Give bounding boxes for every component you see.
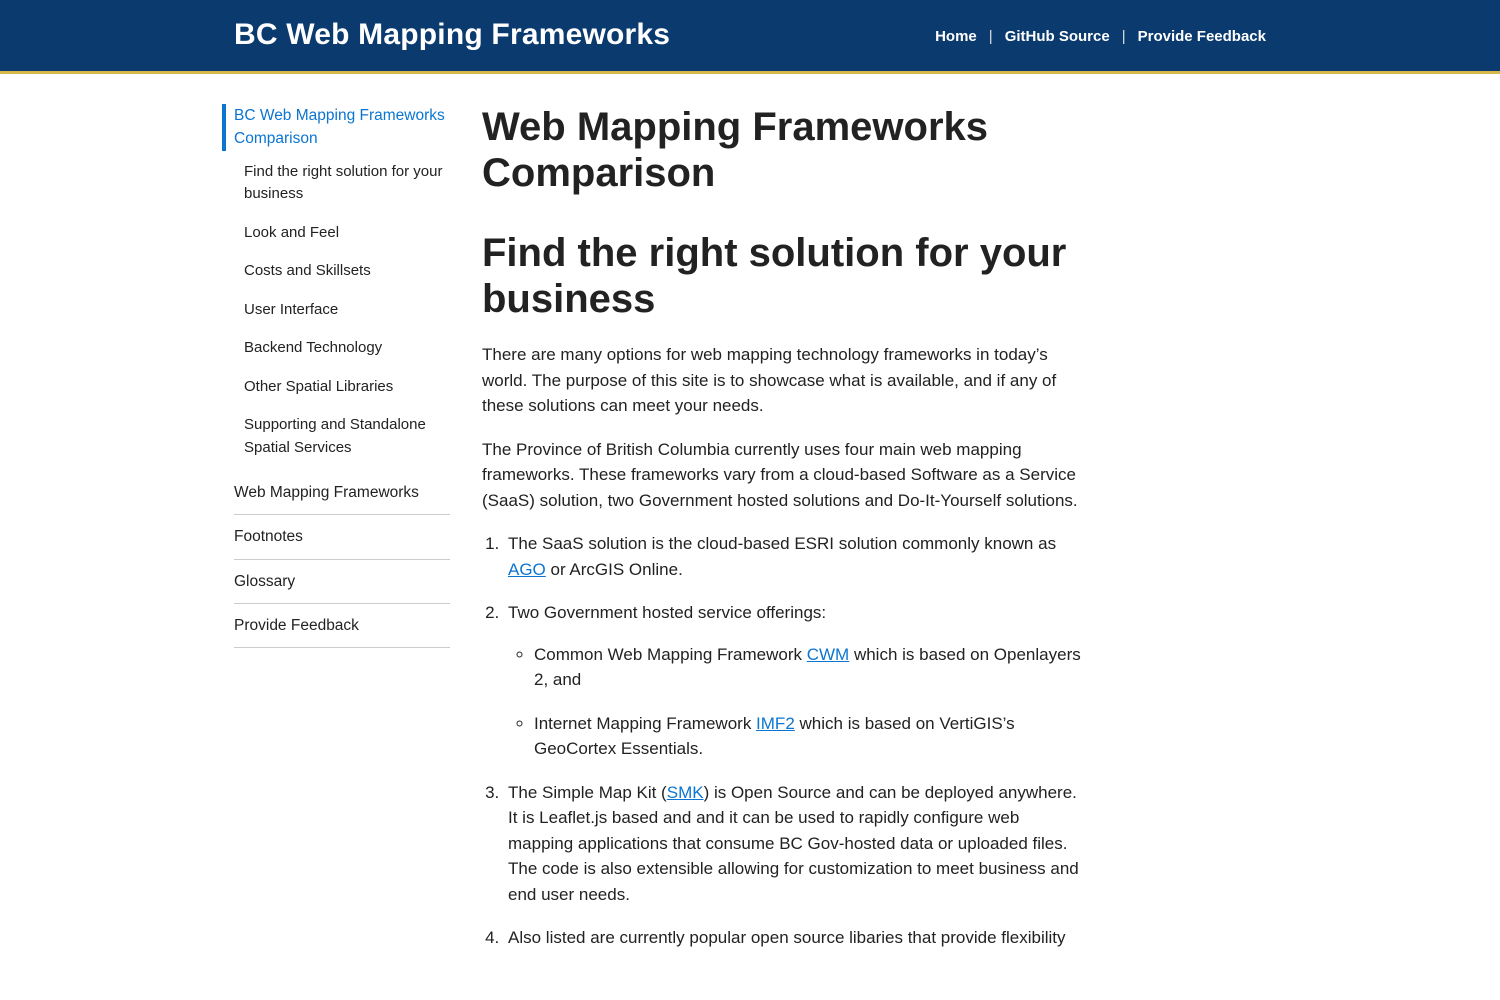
section-heading-find-solution: Find the right solution for your busines…	[482, 230, 1082, 322]
link-smk[interactable]: SMK	[667, 783, 704, 802]
list-text: Internet Mapping Framework	[534, 714, 756, 733]
sidebar-item-glossary[interactable]: Glossary	[234, 560, 450, 604]
sidebar-item-label: Web Mapping Frameworks	[234, 481, 450, 504]
link-cwm[interactable]: CWM	[807, 645, 849, 664]
top-bar: BC Web Mapping Frameworks Home | GitHub …	[0, 0, 1500, 74]
site-title[interactable]: BC Web Mapping Frameworks	[234, 8, 670, 67]
nav-divider: |	[1122, 26, 1126, 49]
list-item-open-source: Also listed are currently popular open s…	[504, 925, 1082, 951]
sidebar-sub-user-interface[interactable]: User Interface	[244, 291, 450, 330]
sublist-item-imf2: Internet Mapping Framework IMF2 which is…	[534, 711, 1082, 762]
nav-provide-feedback[interactable]: Provide Feedback	[1138, 26, 1266, 49]
sidebar-item-label: Footnotes	[234, 525, 450, 548]
sidebar-sub-supporting-services[interactable]: Supporting and Standalone Spatial Servic…	[244, 406, 450, 467]
main-content: Web Mapping Frameworks Comparison Find t…	[482, 104, 1082, 969]
sidebar-item-provide-feedback[interactable]: Provide Feedback	[234, 604, 450, 648]
sidebar-item-label: Provide Feedback	[234, 614, 450, 637]
nav-home[interactable]: Home	[935, 26, 977, 49]
sidebar-item-frameworks[interactable]: Web Mapping Frameworks	[234, 471, 450, 515]
sidebar-item-footnotes[interactable]: Footnotes	[234, 515, 450, 559]
sidebar-item-label: Glossary	[234, 570, 450, 593]
list-item-smk: The Simple Map Kit (SMK) is Open Source …	[504, 780, 1082, 908]
list-text: The Simple Map Kit (	[508, 783, 667, 802]
list-text: Two Government hosted service offerings:	[508, 603, 826, 622]
sidebar-sub-other-spatial-libraries[interactable]: Other Spatial Libraries	[244, 368, 450, 407]
intro-paragraph-2: The Province of British Columbia current…	[482, 437, 1082, 514]
list-text: The SaaS solution is the cloud-based ESR…	[508, 534, 1056, 553]
sidebar-item-label: BC Web Mapping Frameworks Comparison	[222, 104, 450, 151]
sidebar-sub-find-solution[interactable]: Find the right solution for your busines…	[244, 153, 450, 214]
sidebar-nav: BC Web Mapping Frameworks Comparison Fin…	[234, 104, 450, 969]
list-text: Common Web Mapping Framework	[534, 645, 807, 664]
nav-github-source[interactable]: GitHub Source	[1005, 26, 1110, 49]
list-item-saas: The SaaS solution is the cloud-based ESR…	[504, 531, 1082, 582]
sidebar-sub-backend-technology[interactable]: Backend Technology	[244, 329, 450, 368]
page-title: Web Mapping Frameworks Comparison	[482, 104, 1082, 196]
list-text: or ArcGIS Online.	[546, 560, 683, 579]
sidebar-sub-look-and-feel[interactable]: Look and Feel	[244, 214, 450, 253]
nav-divider: |	[989, 26, 993, 49]
list-text: Also listed are currently popular open s…	[508, 928, 1066, 947]
top-nav: Home | GitHub Source | Provide Feedback	[935, 26, 1266, 49]
intro-paragraph-1: There are many options for web mapping t…	[482, 342, 1082, 419]
sidebar-sub-costs-skillsets[interactable]: Costs and Skillsets	[244, 252, 450, 291]
frameworks-list: The SaaS solution is the cloud-based ESR…	[482, 531, 1082, 951]
link-ago[interactable]: AGO	[508, 560, 546, 579]
sublist-item-cwm: Common Web Mapping Framework CWM which i…	[534, 642, 1082, 693]
link-imf2[interactable]: IMF2	[756, 714, 795, 733]
sidebar-item-comparison[interactable]: BC Web Mapping Frameworks Comparison Fin…	[234, 104, 450, 471]
list-item-gov-hosted: Two Government hosted service offerings:…	[504, 600, 1082, 762]
